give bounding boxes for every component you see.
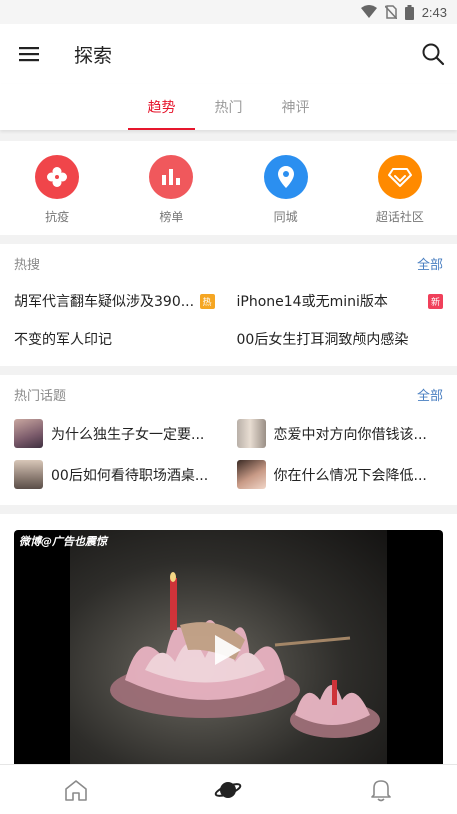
topic-text: 为什么独生子女一定要... bbox=[51, 426, 205, 443]
video-card: 微博@广告也震惊 bbox=[0, 514, 457, 764]
topic-thumbnail bbox=[14, 460, 43, 489]
video-watermark: 微博@广告也震惊 bbox=[19, 535, 107, 548]
hot-search-text: 胡军代言翻车疑似涉及390... bbox=[14, 294, 195, 310]
topic-item[interactable]: 你在什么情况下会降低... bbox=[229, 454, 444, 495]
hot-search-item[interactable]: 不变的军人印记 bbox=[14, 320, 229, 358]
new-badge: 新 bbox=[428, 293, 443, 309]
nav-explore[interactable] bbox=[152, 765, 304, 814]
quick-link-supertopic[interactable]: 超话社区 bbox=[343, 141, 457, 235]
hot-topics-card: 热门话题 全部 为什么独生子女一定要... 恋爱中对方向你借钱该... 00后如… bbox=[0, 375, 457, 505]
hot-topics-all-link[interactable]: 全部 bbox=[417, 385, 443, 404]
topic-thumbnail bbox=[236, 419, 266, 448]
home-icon bbox=[65, 779, 87, 801]
topic-text: 恋爱中对方向你借钱该... bbox=[273, 426, 427, 443]
hot-search-text: 00后女生打耳洞致颅内感染 bbox=[236, 332, 409, 348]
hot-search-text: iPhone14或无mini版本 bbox=[236, 294, 388, 310]
topic-item[interactable]: 恋爱中对方向你借钱该... bbox=[229, 413, 444, 454]
topic-item[interactable]: 为什么独生子女一定要... bbox=[14, 413, 229, 454]
video-player[interactable]: 微博@广告也震惊 bbox=[14, 530, 443, 764]
tab-hot[interactable]: 热门 bbox=[195, 84, 262, 130]
tab-trend[interactable]: 趋势 bbox=[128, 84, 195, 130]
clover-icon bbox=[35, 155, 80, 199]
nav-notifications[interactable] bbox=[305, 765, 457, 814]
location-pin-icon bbox=[263, 155, 308, 199]
page-title: 探索 bbox=[74, 44, 113, 67]
planet-icon bbox=[215, 781, 242, 798]
play-icon[interactable] bbox=[213, 633, 243, 671]
quick-link-local[interactable]: 同城 bbox=[229, 141, 343, 235]
quick-link-label: 超话社区 bbox=[375, 210, 424, 224]
diamond-icon bbox=[377, 155, 422, 199]
tab-bar: 趋势 热门 神评 bbox=[0, 84, 457, 130]
hot-search-item[interactable]: 00后女生打耳洞致颅内感染 bbox=[229, 320, 444, 358]
hot-badge: 热 bbox=[199, 293, 215, 309]
quick-link-rankings[interactable]: 榜单 bbox=[114, 141, 228, 235]
quick-link-label: 同城 bbox=[273, 210, 298, 224]
status-time: 2:43 bbox=[421, 4, 447, 20]
hot-search-all-link[interactable]: 全部 bbox=[417, 254, 443, 273]
bar-chart-icon bbox=[149, 155, 194, 199]
hot-search-text: 不变的军人印记 bbox=[14, 332, 112, 348]
tab-comments[interactable]: 神评 bbox=[262, 84, 329, 130]
topic-item[interactable]: 00后如何看待职场酒桌... bbox=[14, 454, 229, 495]
hot-search-item[interactable]: 胡军代言翻车疑似涉及390... 热 bbox=[14, 282, 229, 320]
menu-icon[interactable] bbox=[18, 43, 40, 65]
hot-search-card: 热搜 全部 胡军代言翻车疑似涉及390... 热 iPhone14或无mini版… bbox=[0, 244, 457, 366]
no-sim-icon bbox=[384, 5, 397, 19]
hot-topics-title: 热门话题 bbox=[14, 388, 67, 404]
bottom-nav bbox=[0, 764, 457, 814]
bell-icon bbox=[371, 779, 391, 801]
nav-home[interactable] bbox=[0, 765, 152, 814]
quick-links: 抗疫 榜单 同城 超话社区 bbox=[0, 141, 457, 235]
hot-search-item[interactable]: iPhone14或无mini版本 新 bbox=[229, 282, 443, 320]
wifi-icon bbox=[360, 5, 377, 18]
status-bar: 2:43 bbox=[0, 0, 457, 24]
quick-link-label: 抗疫 bbox=[45, 210, 70, 224]
topic-text: 你在什么情况下会降低... bbox=[273, 467, 427, 484]
hot-search-title: 热搜 bbox=[14, 257, 41, 273]
app-header: 探索 bbox=[0, 24, 457, 84]
topic-text: 00后如何看待职场酒桌... bbox=[51, 467, 209, 484]
topic-thumbnail bbox=[236, 460, 266, 489]
topic-thumbnail bbox=[14, 419, 43, 448]
quick-link-antiepidemic[interactable]: 抗疫 bbox=[0, 141, 114, 235]
battery-icon bbox=[404, 4, 414, 20]
quick-link-label: 榜单 bbox=[159, 210, 184, 224]
search-icon[interactable] bbox=[421, 42, 445, 70]
